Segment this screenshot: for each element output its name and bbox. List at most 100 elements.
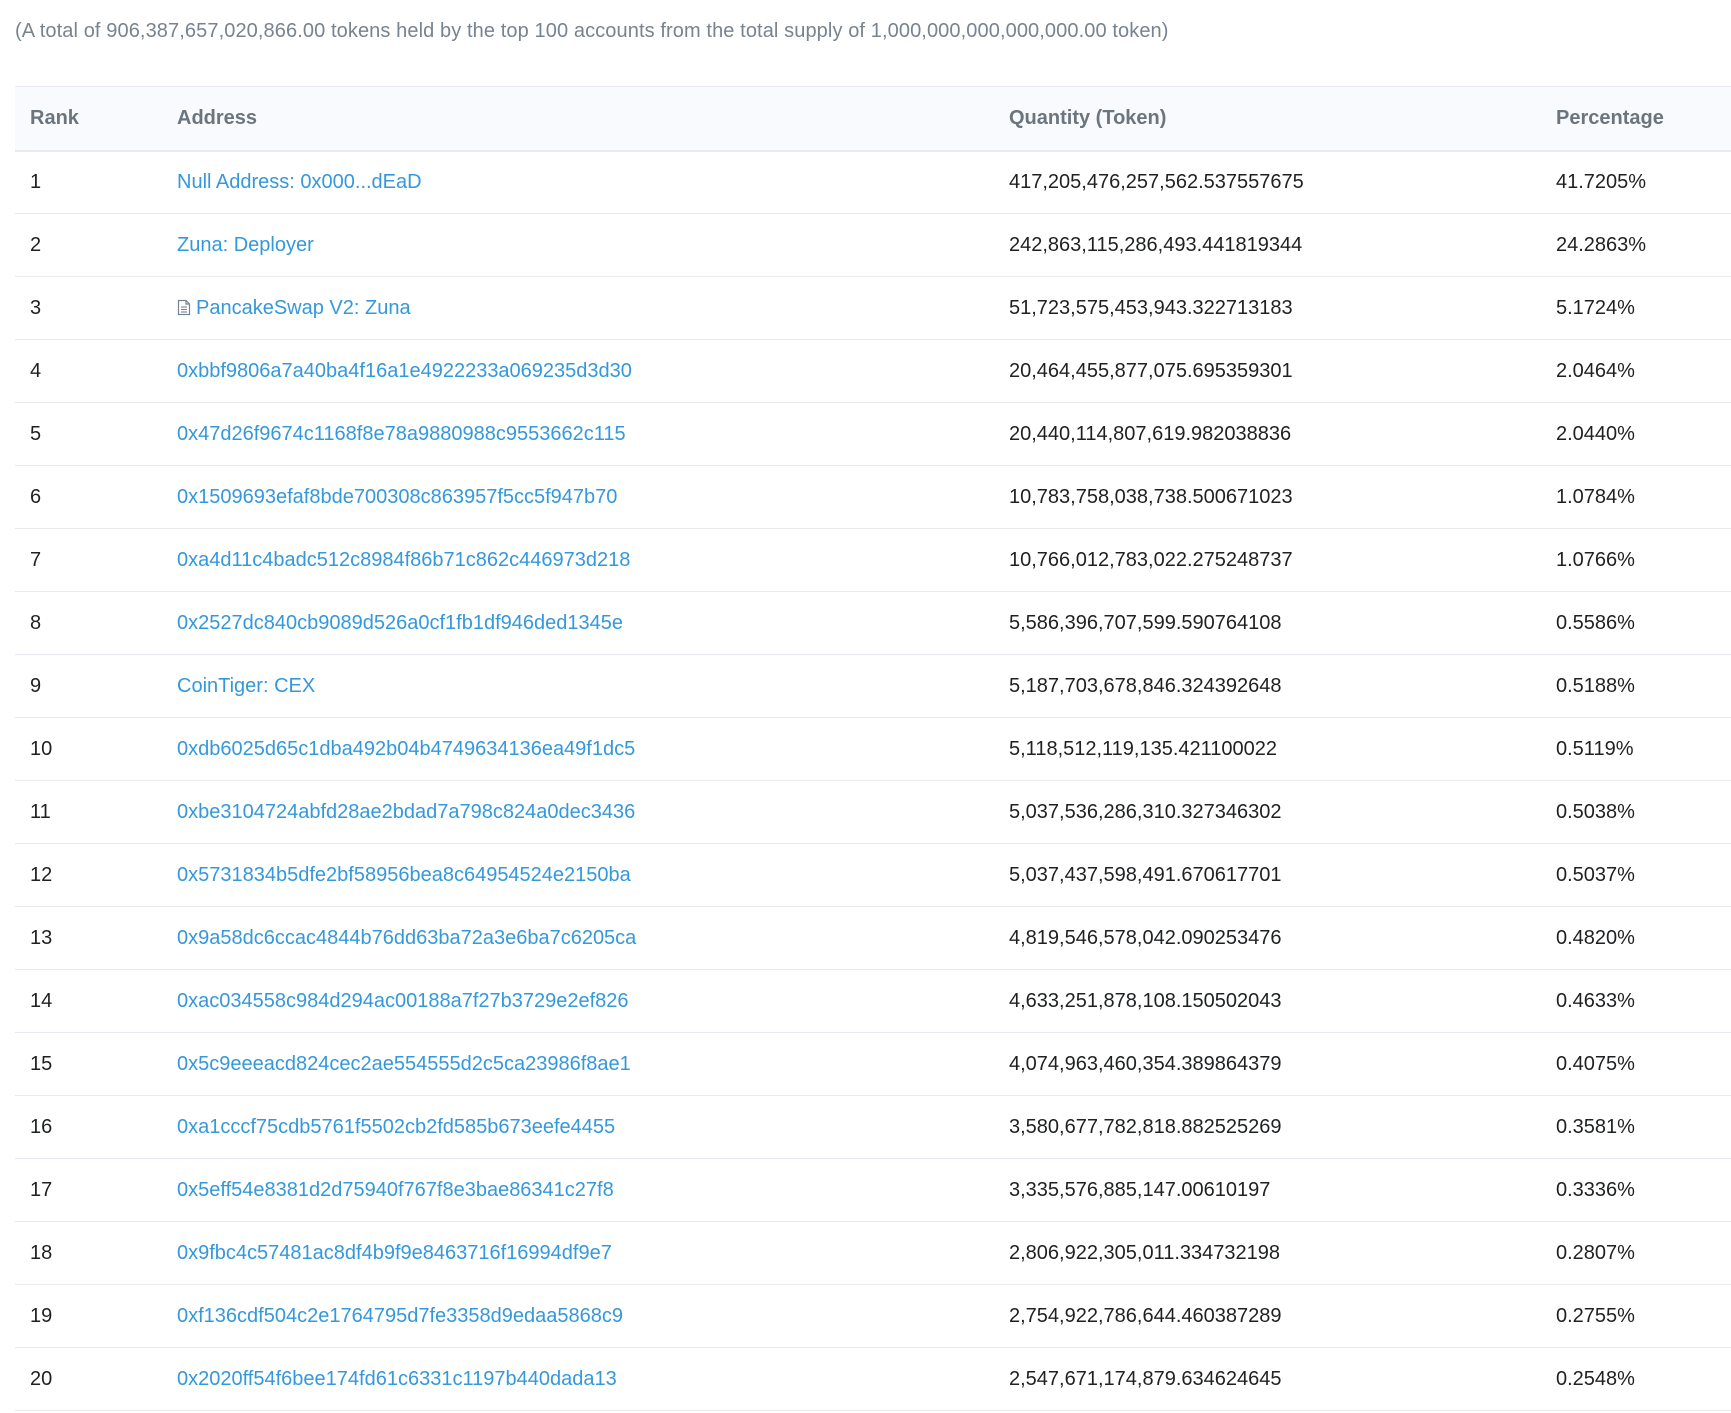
address-link[interactable]: 0x1509693efaf8bde700308c863957f5cc5f947b… (177, 486, 617, 508)
percentage-cell: 0.4820% (1556, 926, 1635, 949)
address-label: 0xbe3104724abfd28ae2bdad7a798c824a0dec34… (177, 800, 636, 823)
table-row: 13 0x9a58dc6ccac4844b76dd63ba72a3e6ba7c6… (15, 907, 1731, 970)
quantity-cell: 5,586,396,707,599.590764108 (1009, 611, 1282, 634)
rank-cell: 20 (30, 1367, 53, 1390)
address-link[interactable]: 0xdb6025d65c1dba492b04b4749634136ea49f1d… (177, 738, 635, 760)
address-cell: 0xbbf9806a7a40ba4f16a1e4922233a069235d3d… (162, 340, 994, 403)
table-row: 9 CoinTiger: CEX 5,187,703,678,846.32439… (15, 655, 1731, 718)
address-cell: PancakeSwap V2: Zuna (162, 277, 994, 340)
rank-cell: 2 (30, 233, 42, 256)
address-label: 0x2527dc840cb9089d526a0cf1fb1df946ded134… (177, 611, 623, 634)
address-link[interactable]: 0x5731834b5dfe2bf58956bea8c64954524e2150… (177, 864, 631, 886)
top-holders-table: Rank Address Quantity (Token) Percentage… (15, 86, 1731, 1411)
address-label: CoinTiger: CEX (177, 674, 316, 697)
quantity-cell: 4,074,963,460,354.389864379 (1009, 1052, 1282, 1075)
quantity-cell: 10,783,758,038,738.500671023 (1009, 485, 1293, 508)
table-row: 7 0xa4d11c4badc512c8984f86b71c862c446973… (15, 529, 1731, 592)
quantity-cell: 20,464,455,877,075.695359301 (1009, 359, 1293, 382)
percentage-cell: 5.1724% (1556, 296, 1635, 319)
address-label: 0xdb6025d65c1dba492b04b4749634136ea49f1d… (177, 737, 636, 760)
rank-cell: 10 (30, 737, 53, 760)
quantity-cell: 5,037,437,598,491.670617701 (1009, 863, 1282, 886)
holders-summary: (A total of 906,387,657,020,866.00 token… (15, 20, 1169, 42)
quantity-cell: 51,723,575,453,943.322713183 (1009, 296, 1293, 319)
address-link[interactable]: 0xbbf9806a7a40ba4f16a1e4922233a069235d3d… (177, 360, 632, 382)
top-holders-table-container: Rank Address Quantity (Token) Percentage… (15, 86, 1731, 1411)
address-cell: 0x9fbc4c57481ac8df4b9f9e8463716f16994df9… (162, 1222, 994, 1285)
address-link[interactable]: 0xac034558c984d294ac00188a7f27b3729e2ef8… (177, 990, 629, 1012)
address-link[interactable]: Null Address: 0x000...dEaD (177, 171, 422, 193)
address-link[interactable]: 0x5eff54e8381d2d75940f767f8e3bae86341c27… (177, 1179, 614, 1201)
address-label: PancakeSwap V2: Zuna (196, 296, 411, 319)
column-header-percentage: Percentage (1556, 106, 1664, 129)
address-label: 0x5c9eeeacd824cec2ae554555d2c5ca23986f8a… (177, 1052, 631, 1075)
table-row: 5 0x47d26f9674c1168f8e78a9880988c9553662… (15, 403, 1731, 466)
table-row: 6 0x1509693efaf8bde700308c863957f5cc5f94… (15, 466, 1731, 529)
quantity-cell: 5,037,536,286,310.327346302 (1009, 800, 1282, 823)
rank-cell: 13 (30, 926, 53, 949)
rank-cell: 11 (30, 800, 51, 823)
table-row: 3 PancakeSwap V2: Zuna 51,723,575,453,94… (15, 277, 1731, 340)
address-cell: 0x2020ff54f6bee174fd61c6331c1197b440dada… (162, 1348, 994, 1411)
address-link[interactable]: 0xbe3104724abfd28ae2bdad7a798c824a0dec34… (177, 801, 635, 823)
percentage-cell: 2.0440% (1556, 422, 1635, 445)
address-cell: 0x5eff54e8381d2d75940f767f8e3bae86341c27… (162, 1159, 994, 1222)
address-label: 0x5731834b5dfe2bf58956bea8c64954524e2150… (177, 863, 631, 886)
address-cell: 0xdb6025d65c1dba492b04b4749634136ea49f1d… (162, 718, 994, 781)
quantity-cell: 242,863,115,286,493.441819344 (1009, 233, 1303, 256)
table-row: 16 0xa1cccf75cdb5761f5502cb2fd585b673eef… (15, 1096, 1731, 1159)
table-row: 12 0x5731834b5dfe2bf58956bea8c64954524e2… (15, 844, 1731, 907)
address-link[interactable]: Zuna: Deployer (177, 234, 314, 256)
percentage-cell: 1.0766% (1556, 548, 1635, 571)
address-label: 0xf136cdf504c2e1764795d7fe3358d9edaa5868… (177, 1304, 623, 1327)
address-link[interactable]: 0x47d26f9674c1168f8e78a9880988c9553662c1… (177, 423, 626, 445)
table-row: 15 0x5c9eeeacd824cec2ae554555d2c5ca23986… (15, 1033, 1731, 1096)
address-link[interactable]: 0xa4d11c4badc512c8984f86b71c862c446973d2… (177, 549, 630, 571)
quantity-cell: 4,819,546,578,042.090253476 (1009, 926, 1282, 949)
quantity-cell: 3,580,677,782,818.882525269 (1009, 1115, 1282, 1138)
percentage-cell: 0.5586% (1556, 611, 1635, 634)
contract-file-icon (177, 299, 191, 315)
address-cell: 0x2527dc840cb9089d526a0cf1fb1df946ded134… (162, 592, 994, 655)
address-link[interactable]: 0x9fbc4c57481ac8df4b9f9e8463716f16994df9… (177, 1242, 612, 1264)
table-row: 19 0xf136cdf504c2e1764795d7fe3358d9edaa5… (15, 1285, 1731, 1348)
quantity-cell: 2,547,671,174,879.634624645 (1009, 1367, 1282, 1390)
address-cell: 0xa4d11c4badc512c8984f86b71c862c446973d2… (162, 529, 994, 592)
table-row: 8 0x2527dc840cb9089d526a0cf1fb1df946ded1… (15, 592, 1731, 655)
address-label: 0xa4d11c4badc512c8984f86b71c862c446973d2… (177, 548, 631, 571)
table-row: 14 0xac034558c984d294ac00188a7f27b3729e2… (15, 970, 1731, 1033)
rank-cell: 6 (30, 485, 42, 508)
rank-cell: 14 (30, 989, 53, 1012)
percentage-cell: 2.0464% (1556, 359, 1635, 382)
rank-cell: 18 (30, 1241, 53, 1264)
address-link[interactable]: 0x2527dc840cb9089d526a0cf1fb1df946ded134… (177, 612, 623, 634)
address-link[interactable]: 0x9a58dc6ccac4844b76dd63ba72a3e6ba7c6205… (177, 927, 636, 949)
address-link[interactable]: CoinTiger: CEX (177, 675, 315, 697)
rank-cell: 4 (30, 359, 42, 382)
quantity-cell: 20,440,114,807,619.982038836 (1009, 422, 1292, 445)
address-link[interactable]: 0xa1cccf75cdb5761f5502cb2fd585b673eefe44… (177, 1116, 615, 1138)
address-label: 0x1509693efaf8bde700308c863957f5cc5f947b… (177, 485, 618, 508)
percentage-cell: 24.2863% (1556, 233, 1647, 256)
address-link[interactable]: 0x5c9eeeacd824cec2ae554555d2c5ca23986f8a… (177, 1053, 631, 1075)
address-label: 0x47d26f9674c1168f8e78a9880988c9553662c1… (177, 422, 626, 445)
address-link[interactable]: PancakeSwap V2: Zuna (196, 297, 411, 319)
quantity-cell: 5,118,512,119,135.421100022 (1009, 737, 1278, 760)
table-row: 17 0x5eff54e8381d2d75940f767f8e3bae86341… (15, 1159, 1731, 1222)
percentage-cell: 0.5188% (1556, 674, 1635, 697)
address-link[interactable]: 0x2020ff54f6bee174fd61c6331c1197b440dada… (177, 1368, 617, 1390)
percentage-cell: 0.3581% (1556, 1115, 1635, 1138)
rank-cell: 8 (30, 611, 42, 634)
column-header-quantity: Quantity (Token) (1009, 106, 1167, 129)
table-header-row: Rank Address Quantity (Token) Percentage (15, 86, 1731, 151)
address-label: 0xbbf9806a7a40ba4f16a1e4922233a069235d3d… (177, 359, 632, 382)
quantity-cell: 5,187,703,678,846.324392648 (1009, 674, 1282, 697)
rank-cell: 1 (30, 170, 42, 193)
rank-cell: 5 (30, 422, 42, 445)
address-cell: Zuna: Deployer (162, 214, 994, 277)
quantity-cell: 4,633,251,878,108.150502043 (1009, 989, 1282, 1012)
table-body: 1 Null Address: 0x000...dEaD 417,205,476… (15, 151, 1731, 1411)
address-cell: 0x5c9eeeacd824cec2ae554555d2c5ca23986f8a… (162, 1033, 994, 1096)
address-link[interactable]: 0xf136cdf504c2e1764795d7fe3358d9edaa5868… (177, 1305, 623, 1327)
quantity-cell: 2,754,922,786,644.460387289 (1009, 1304, 1282, 1327)
